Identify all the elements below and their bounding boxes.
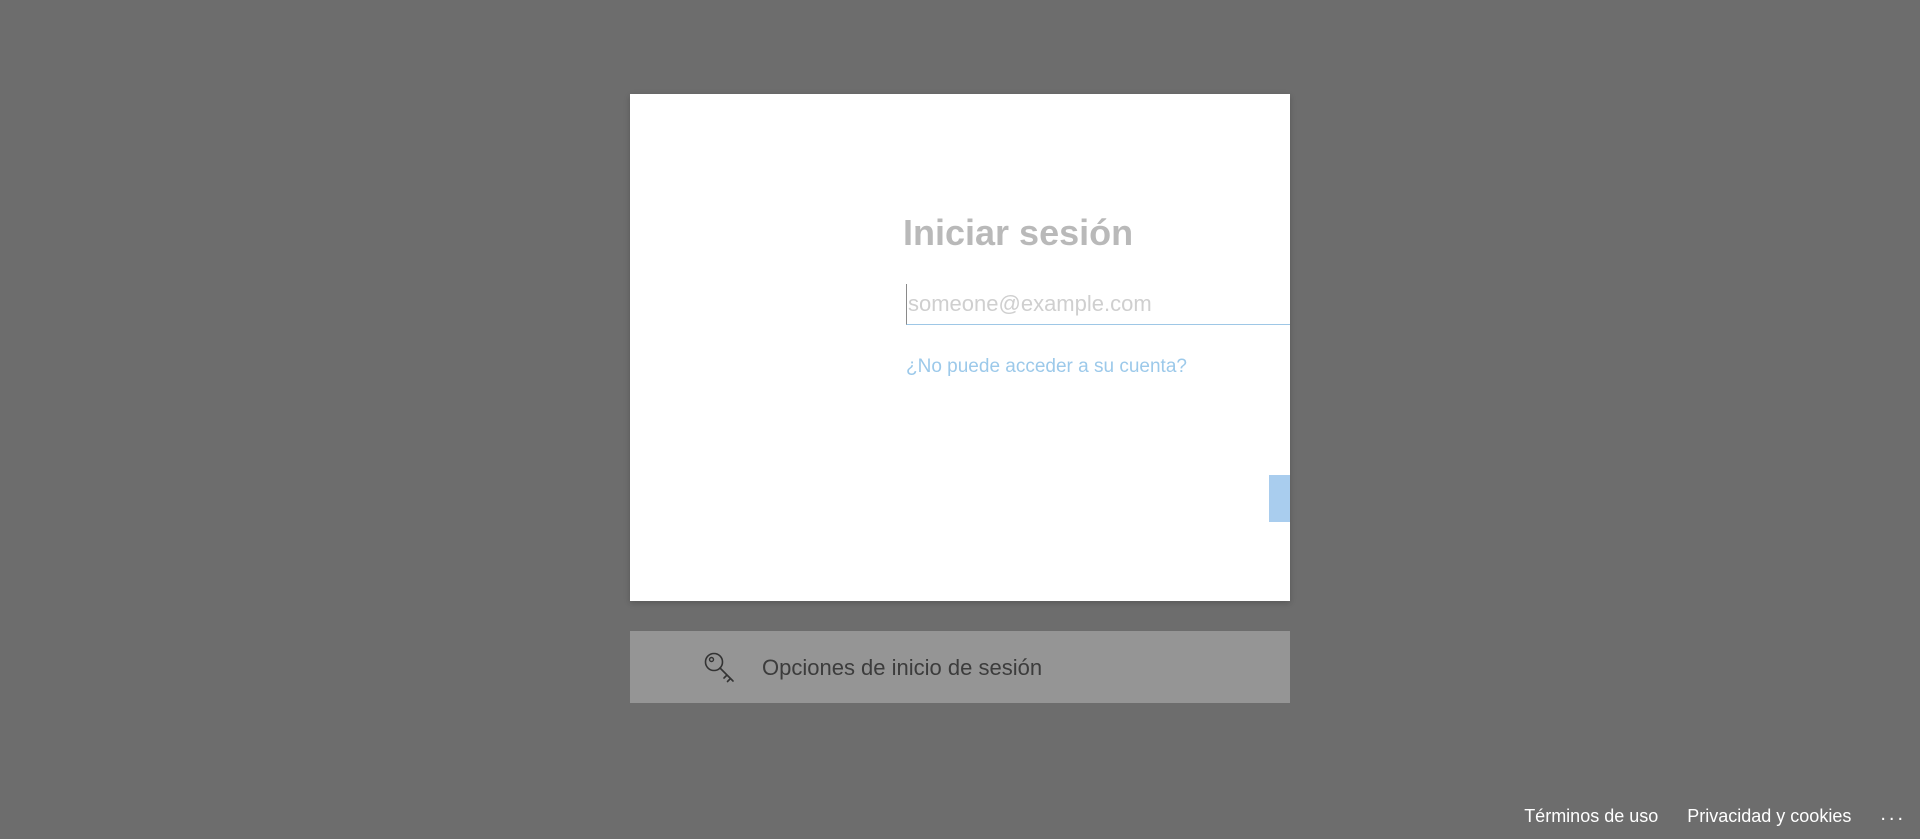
privacy-link[interactable]: Privacidad y cookies xyxy=(1687,806,1851,827)
email-field[interactable] xyxy=(906,284,1290,325)
footer: Términos de uso Privacidad y cookies ... xyxy=(1524,804,1906,827)
signin-options-label: Opciones de inicio de sesión xyxy=(762,655,1043,680)
more-options-button[interactable]: ... xyxy=(1880,804,1906,824)
cant-access-account-link[interactable]: ¿No puede acceder a su cuenta? xyxy=(906,356,1187,378)
terms-link[interactable]: Términos de uso xyxy=(1524,806,1658,827)
signin-options-button[interactable]: Opciones de inicio de sesión xyxy=(630,631,1290,703)
key-icon xyxy=(702,650,736,684)
signin-card: Iniciar sesión ¿No puede acceder a su cu… xyxy=(630,94,1290,601)
next-button[interactable] xyxy=(1269,475,1290,522)
page-title: Iniciar sesión xyxy=(903,212,1134,253)
page: Iniciar sesión ¿No puede acceder a su cu… xyxy=(0,0,1920,839)
